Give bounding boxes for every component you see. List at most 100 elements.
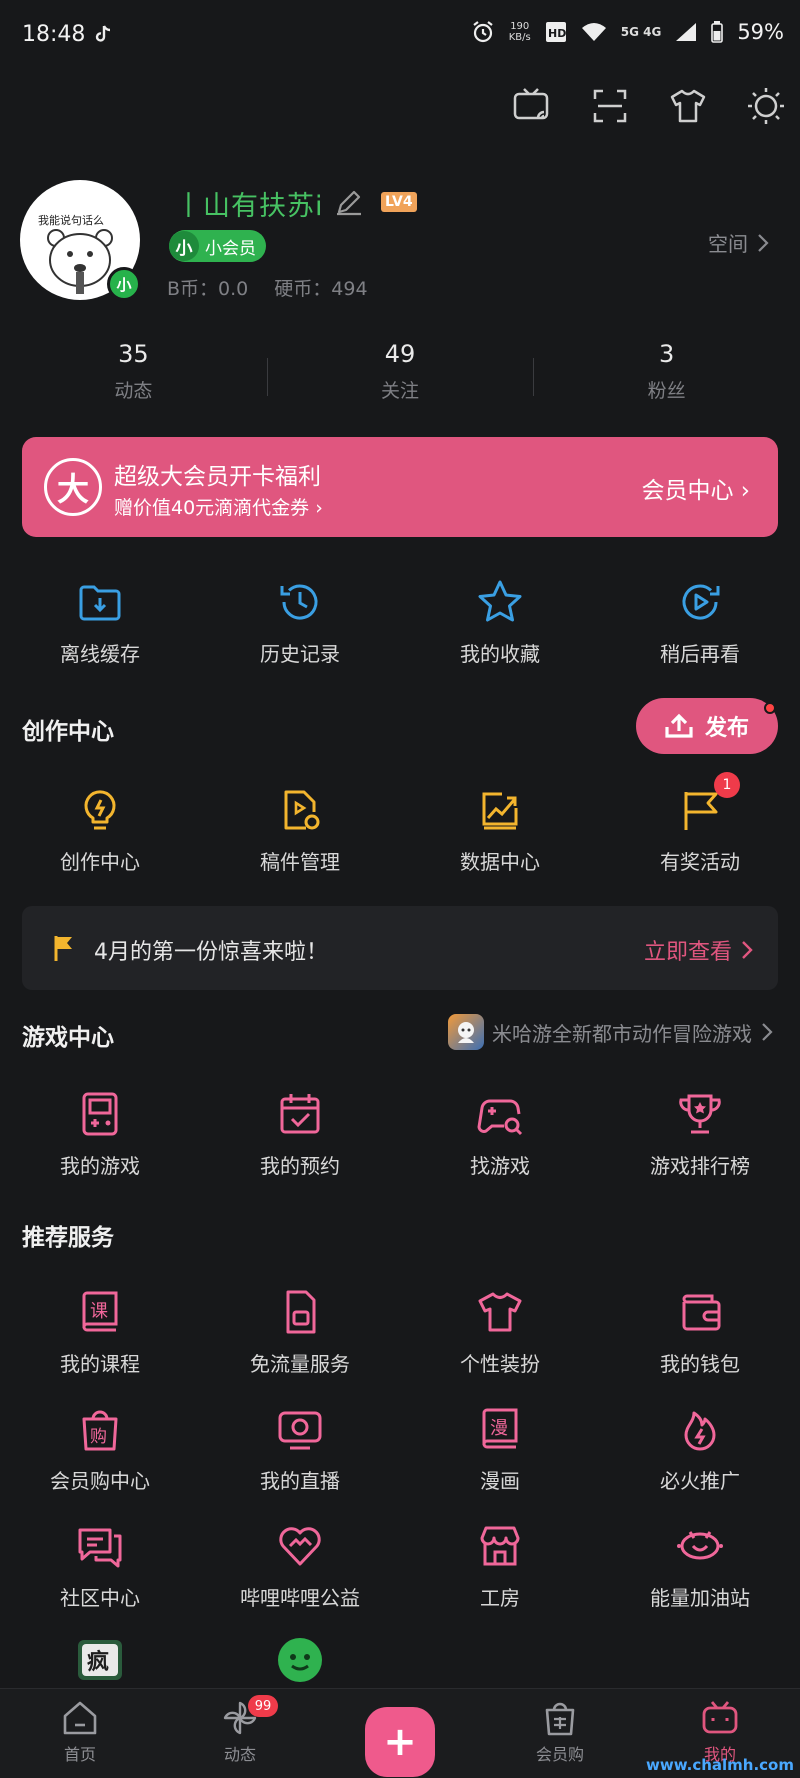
find-games-button[interactable]: 找游戏 <box>400 1090 600 1179</box>
nav-vip-shop[interactable]: 会员购 <box>480 1689 640 1778</box>
scan-icon[interactable] <box>590 86 630 126</box>
quick-actions: 离线缓存 历史记录 我的收藏 稍后再看 <box>0 578 800 667</box>
manuscript-manage-button[interactable]: 稿件管理 <box>200 786 400 875</box>
hard-coin-balance: 硬币：494 <box>274 278 368 300</box>
coin-balances: B币：0.0 硬币：494 <box>167 274 368 301</box>
my-games-button[interactable]: 我的游戏 <box>0 1090 200 1179</box>
shopping-bag-icon <box>541 1699 579 1737</box>
vip-shop-button[interactable]: 购 会员购中心 <box>0 1405 200 1494</box>
download-folder-icon <box>76 578 124 626</box>
watch-later-button[interactable]: 稍后再看 <box>600 578 800 667</box>
tiktok-icon <box>94 24 112 44</box>
nav-dynamics[interactable]: 99 动态 <box>160 1689 320 1778</box>
watermark: www.chalmh.com <box>646 1756 794 1774</box>
services-row-4-partial: 疯 <box>0 1636 800 1684</box>
crazy-app-button[interactable]: 疯 <box>0 1636 200 1684</box>
energy-station-button[interactable]: 能量加油站 <box>600 1522 800 1611</box>
manuscript-icon <box>276 786 324 834</box>
plus-icon: + <box>365 1707 435 1777</box>
big-vip-logo: 大 <box>44 458 102 516</box>
svg-text:课: 课 <box>90 1301 108 1322</box>
free-data-button[interactable]: 免流量服务 <box>200 1288 400 1377</box>
services-row-3: 社区中心 哔哩哔哩公益 工房 能量加油站 <box>0 1522 800 1611</box>
vip-badge-label: 小会员 <box>205 238 256 259</box>
favorites-button[interactable]: 我的收藏 <box>400 578 600 667</box>
my-wallet-button[interactable]: 我的钱包 <box>600 1288 800 1377</box>
space-link[interactable]: 空间 <box>708 228 770 257</box>
chat-bubbles-icon <box>76 1522 124 1570</box>
banner-subtitle: 赠价值40元滴滴代金券 › <box>114 497 323 519</box>
theme-sun-icon[interactable] <box>746 86 786 126</box>
network-type: 5G 4G <box>620 24 662 39</box>
banner-title: 超级大会员开卡福利 <box>114 464 321 490</box>
stat-following[interactable]: 49 关注 <box>266 340 534 412</box>
my-live-button[interactable]: 我的直播 <box>200 1405 400 1494</box>
stat-value: 3 <box>659 340 675 368</box>
vip-promo-banner[interactable]: 大 超级大会员开卡福利 赠价值40元滴滴代金券 › 会员中心 › <box>22 437 778 537</box>
stat-label: 粉丝 <box>647 380 686 402</box>
stat-dynamics[interactable]: 35 动态 <box>0 340 267 412</box>
vip-badge-icon: 小 <box>169 231 199 261</box>
stat-label: 动态 <box>114 380 153 402</box>
home-icon <box>61 1699 99 1737</box>
vip-center-link[interactable]: 会员中心 › <box>641 471 750 505</box>
space-link-label: 空间 <box>708 232 748 256</box>
alarm-icon <box>471 20 495 44</box>
game-ranking-button[interactable]: 游戏排行榜 <box>600 1090 800 1179</box>
username[interactable]: 丨山有扶苏i <box>175 184 324 223</box>
status-bar: 18:48 190 KB/s HD 5G 4G 59% <box>0 0 800 72</box>
personal-outfit-button[interactable]: 个性装扮 <box>400 1288 600 1377</box>
notification-dot <box>764 702 776 714</box>
wifi-icon <box>581 22 607 42</box>
nav-home[interactable]: 首页 <box>0 1689 160 1778</box>
services-row-2: 购 会员购中心 我的直播 漫 漫画 必火推广 <box>0 1405 800 1494</box>
chevron-right-icon <box>762 1023 773 1041</box>
hot-promotion-button[interactable]: 必火推广 <box>600 1405 800 1494</box>
trophy-icon <box>676 1090 724 1138</box>
status-time: 18:48 <box>22 22 86 47</box>
creator-center-button[interactable]: 创作中心 <box>0 786 200 875</box>
tshirt-icon[interactable] <box>668 86 708 126</box>
svg-text:购: 购 <box>90 1427 107 1447</box>
shop-icon <box>476 1522 524 1570</box>
level-badge: LV4 <box>381 192 417 212</box>
battery-icon <box>711 21 724 43</box>
view-now-link[interactable]: 立即查看 <box>644 934 754 966</box>
crazy-app-icon: 疯 <box>76 1636 124 1684</box>
edit-pencil-icon[interactable] <box>335 188 363 216</box>
reward-activity-button[interactable]: 1 有奖活动 <box>600 772 800 875</box>
game-promo-link[interactable]: 米哈游全新都市动作冒险游戏 <box>448 1014 774 1050</box>
upload-icon <box>665 713 693 739</box>
offline-cache-button[interactable]: 离线缓存 <box>0 578 200 667</box>
bilibili-charity-button[interactable]: 哔哩哔哩公益 <box>200 1522 400 1611</box>
stat-value: 49 <box>384 340 416 368</box>
stat-fans[interactable]: 3 粉丝 <box>533 340 800 412</box>
signal-icon <box>675 22 697 42</box>
nav-publish-plus[interactable]: + <box>320 1689 480 1778</box>
green-face-app-button[interactable] <box>200 1636 400 1684</box>
svg-text:HD: HD <box>548 27 566 40</box>
dynamics-count-badge: 99 <box>248 1695 278 1717</box>
surprise-promo-bar[interactable]: 4月的第一份惊喜来啦！ 立即查看 <box>22 906 778 990</box>
lightbulb-icon <box>76 786 124 834</box>
history-clock-icon <box>276 578 324 626</box>
vip-badge[interactable]: 小 小会员 <box>169 230 266 262</box>
my-courses-button[interactable]: 课 我的课程 <box>0 1288 200 1377</box>
community-center-button[interactable]: 社区中心 <box>0 1522 200 1611</box>
data-center-button[interactable]: 数据中心 <box>400 786 600 875</box>
hd-icon: HD <box>545 21 567 43</box>
workshop-button[interactable]: 工房 <box>400 1522 600 1611</box>
avatar-vip-badge: 小 <box>107 267 141 301</box>
my-reservations-button[interactable]: 我的预约 <box>200 1090 400 1179</box>
stat-label: 关注 <box>381 380 420 402</box>
cast-tv-icon[interactable] <box>512 86 552 126</box>
comics-button[interactable]: 漫 漫画 <box>400 1405 600 1494</box>
avatar-caption: 我能说句话么 <box>38 214 104 227</box>
top-toolbar <box>512 86 786 126</box>
comic-book-icon: 漫 <box>476 1405 524 1453</box>
calendar-check-icon <box>276 1090 324 1138</box>
battery-level: 59% <box>737 20 784 44</box>
game-section-title: 游戏中心 <box>22 1025 114 1051</box>
publish-button[interactable]: 发布 <box>636 698 778 754</box>
history-button[interactable]: 历史记录 <box>200 578 400 667</box>
